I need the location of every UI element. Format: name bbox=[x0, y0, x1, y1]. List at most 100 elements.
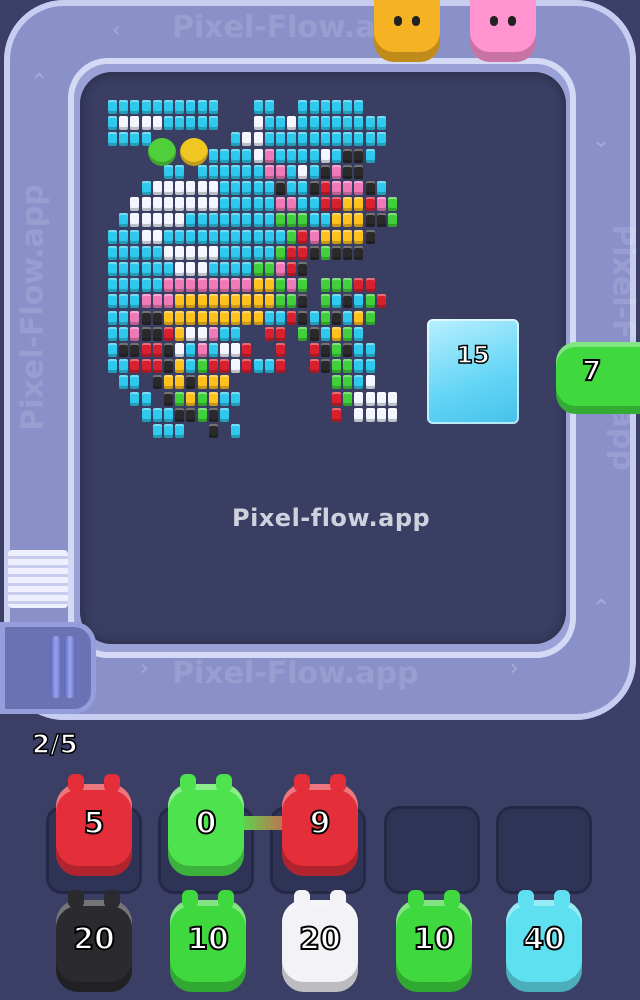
pixel-cell bbox=[186, 245, 196, 260]
pixel-cell bbox=[287, 213, 297, 228]
holding-slot-empty[interactable] bbox=[496, 806, 592, 894]
reserve-pig-white[interactable]: 20 bbox=[282, 890, 358, 992]
pixel-cell bbox=[152, 181, 162, 195]
pixel-cell bbox=[220, 164, 229, 179]
holding-pig-green[interactable]: 0 bbox=[168, 774, 244, 876]
pixel-cell bbox=[309, 197, 319, 212]
pixel-cell bbox=[354, 213, 364, 228]
pixel-cell bbox=[298, 181, 308, 195]
pixel-cell bbox=[354, 391, 364, 406]
pixel-cell bbox=[231, 181, 241, 195]
pixel-cell bbox=[152, 278, 162, 293]
pixel-cell bbox=[108, 343, 117, 357]
pixel-cell bbox=[242, 359, 252, 374]
pixel-cell bbox=[276, 229, 285, 244]
pixel-cell bbox=[119, 100, 129, 114]
pixel-cell bbox=[343, 181, 353, 195]
chevron-up-icon: ⌃ bbox=[30, 70, 49, 95]
pixel-cell bbox=[354, 278, 364, 293]
pixel-cell bbox=[309, 181, 319, 195]
pixel-cell bbox=[298, 116, 308, 131]
pixel-cell bbox=[175, 100, 185, 114]
pixel-cell bbox=[253, 181, 263, 195]
reserve-pig-cyan[interactable]: 40 bbox=[506, 890, 582, 992]
pixel-cell bbox=[130, 229, 140, 244]
pixel-cell bbox=[208, 375, 218, 390]
pixel-cell bbox=[130, 326, 140, 341]
pixel-cell bbox=[231, 262, 241, 276]
pixel-cell bbox=[175, 310, 185, 325]
pixel-cell bbox=[197, 391, 207, 406]
pixel-cell bbox=[164, 359, 173, 374]
track-pig-yellow[interactable]: 0 bbox=[374, 0, 440, 62]
pixel-cell bbox=[287, 181, 297, 195]
pixel-cell bbox=[276, 213, 285, 228]
pixel-cell bbox=[354, 229, 364, 244]
reserve-pig-black[interactable]: 20 bbox=[56, 890, 132, 992]
pixel-cell bbox=[242, 245, 252, 260]
pixel-cell bbox=[332, 326, 341, 341]
pixel-cell bbox=[186, 391, 196, 406]
pixel-cell bbox=[119, 213, 129, 228]
pixel-cell bbox=[231, 197, 241, 212]
pixel-cell bbox=[220, 229, 229, 244]
pixel-cell bbox=[309, 132, 319, 147]
pixel-cell bbox=[264, 294, 274, 309]
pixel-cell bbox=[231, 424, 241, 438]
pixel-cell bbox=[365, 294, 375, 309]
pixel-cell bbox=[309, 359, 319, 374]
pixel-cell bbox=[130, 213, 140, 228]
pixel-cell bbox=[152, 407, 162, 422]
pixel-cell bbox=[276, 116, 285, 131]
pixel-cell bbox=[208, 245, 218, 260]
pixel-cell bbox=[130, 375, 140, 390]
pixel-cell bbox=[197, 375, 207, 390]
pixel-cell bbox=[175, 343, 185, 357]
pixel-cell bbox=[141, 262, 151, 276]
pixel-cell bbox=[276, 343, 285, 357]
pixel-cell bbox=[175, 164, 185, 179]
pixel-cell bbox=[208, 197, 218, 212]
chevron-up-icon: ⌃ bbox=[592, 596, 611, 621]
pixel-cell bbox=[332, 197, 341, 212]
pixel-cell bbox=[276, 278, 285, 293]
pixel-cell bbox=[231, 148, 241, 163]
pixel-cell bbox=[164, 197, 173, 212]
pixel-cell bbox=[343, 164, 353, 179]
pixel-cell bbox=[242, 148, 252, 163]
pixel-cell bbox=[208, 148, 218, 163]
pixel-cell bbox=[320, 148, 330, 163]
pixel-cell bbox=[175, 294, 185, 309]
pixel-cell bbox=[309, 326, 319, 341]
pixel-cell bbox=[242, 343, 252, 357]
pixel-cell bbox=[354, 407, 364, 422]
holding-pig-red[interactable]: 5 bbox=[56, 774, 132, 876]
pixel-cell bbox=[343, 197, 353, 212]
pixel-cell bbox=[264, 262, 274, 276]
pixel-cell bbox=[231, 310, 241, 325]
pixel-cell bbox=[152, 229, 162, 244]
pixel-cell bbox=[186, 343, 196, 357]
holding-pig-red[interactable]: 9 bbox=[282, 774, 358, 876]
reserve-pig-green[interactable]: 10 bbox=[396, 890, 472, 992]
pixel-cell bbox=[108, 310, 117, 325]
pixel-cell bbox=[164, 262, 173, 276]
pixel-cell bbox=[332, 132, 341, 147]
pixel-cell bbox=[186, 116, 196, 131]
pixel-cell bbox=[197, 164, 207, 179]
pixel-cell bbox=[208, 278, 218, 293]
pixel-cell bbox=[141, 343, 151, 357]
track-pig-pink[interactable]: 1 bbox=[470, 0, 536, 62]
pixel-cell bbox=[208, 407, 218, 422]
pixel-cell bbox=[220, 391, 229, 406]
pixel-cell bbox=[152, 375, 162, 390]
track-pig-green[interactable]: 7 bbox=[556, 342, 640, 414]
pixel-cell bbox=[276, 359, 285, 374]
reserve-pig-green[interactable]: 10 bbox=[170, 890, 246, 992]
holding-slot-empty[interactable] bbox=[384, 806, 480, 894]
pixel-cell bbox=[119, 294, 129, 309]
pixel-cell bbox=[186, 229, 196, 244]
pixel-cell bbox=[309, 310, 319, 325]
track-watermark-bottom: Pixel-Flow.app bbox=[172, 656, 419, 691]
pixel-cell bbox=[141, 278, 151, 293]
